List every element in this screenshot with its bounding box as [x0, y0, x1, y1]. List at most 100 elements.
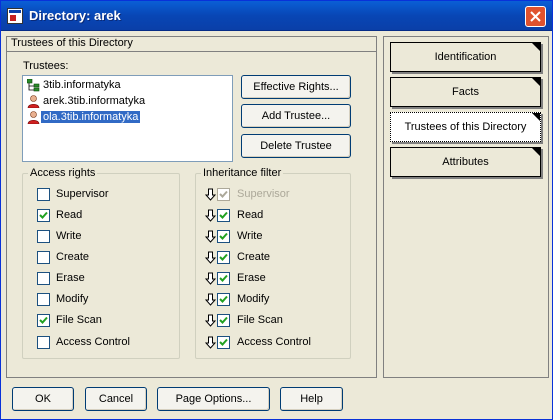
checkbox: [217, 188, 230, 201]
checkbox[interactable]: [37, 272, 50, 285]
checkmark-icon: [219, 274, 228, 282]
inheritance-filter-group: Inheritance filter Supervisor Read Write…: [195, 167, 351, 359]
checkmark-icon: [219, 253, 228, 261]
checkbox-label: Write: [237, 230, 263, 242]
tab-corner: [532, 78, 540, 86]
checkbox[interactable]: [217, 272, 230, 285]
tab-identification[interactable]: Identification: [390, 42, 541, 72]
checkbox-label: File Scan: [56, 314, 102, 326]
tab-label: Facts: [452, 86, 479, 98]
trustees-list[interactable]: 3tib.informatyka arek.3tib.informatyka o…: [22, 75, 233, 162]
help-label: Help: [300, 393, 323, 405]
trustee-name: ola.3tib.informatyka: [41, 111, 141, 123]
effective-rights-button[interactable]: Effective Rights...: [241, 75, 351, 99]
checkbox[interactable]: [37, 188, 50, 201]
checkmark-icon: [39, 316, 48, 324]
add-trustee-button[interactable]: Add Trustee...: [241, 104, 351, 128]
page-options-button[interactable]: Page Options...: [157, 387, 270, 411]
trustee-name: arek.3tib.informatyka: [43, 95, 146, 107]
checkbox[interactable]: [217, 314, 230, 327]
delete-trustee-button[interactable]: Delete Trustee: [241, 134, 351, 158]
checkmark-icon: [219, 316, 228, 324]
checkmark-icon: [39, 211, 48, 219]
checkbox[interactable]: [217, 336, 230, 349]
tab-label: Trustees of this Directory: [404, 121, 527, 133]
page-options-label: Page Options...: [175, 393, 252, 405]
checkbox[interactable]: [217, 230, 230, 243]
tab-label: Attributes: [442, 156, 489, 168]
tab-corner: [532, 148, 540, 156]
checkbox-label: Create: [237, 251, 271, 263]
tab-attributes[interactable]: Attributes: [390, 147, 541, 177]
checkbox-label: Access Control: [56, 336, 130, 348]
down-arrow-icon: [205, 188, 216, 201]
down-arrow-icon: [205, 251, 216, 264]
user-icon: [27, 111, 40, 124]
checkbox[interactable]: [37, 314, 50, 327]
checkbox[interactable]: [217, 293, 230, 306]
checkbox-label: Modify: [56, 293, 89, 305]
tab-trustees[interactable]: Trustees of this Directory: [390, 112, 541, 142]
checkmark-icon: [219, 211, 228, 219]
tab-corner: [532, 113, 540, 121]
checkbox-label: Modify: [237, 293, 270, 305]
down-arrow-icon: [205, 272, 216, 285]
panel-title: Trustees of this Directory: [11, 37, 133, 49]
cancel-label: Cancel: [98, 393, 134, 405]
ok-label: OK: [35, 393, 51, 405]
checkbox[interactable]: [37, 251, 50, 264]
cancel-button[interactable]: Cancel: [85, 387, 147, 411]
close-icon: [530, 11, 541, 22]
down-arrow-icon: [205, 209, 216, 222]
title-bar[interactable]: Directory: arek: [1, 1, 552, 31]
checkbox[interactable]: [37, 293, 50, 306]
checkbox[interactable]: [217, 251, 230, 264]
panel-divider: [7, 51, 376, 52]
add-trustee-label: Add Trustee...: [261, 110, 331, 122]
trustee-item-arek[interactable]: arek.3tib.informatyka: [25, 94, 231, 110]
checkbox-label: Erase: [56, 272, 85, 284]
checkbox-label: Access Control: [237, 336, 311, 348]
trustees-label-text: Trustees:: [23, 60, 69, 72]
effective-rights-label: Effective Rights...: [253, 81, 339, 93]
checkbox-label: Read: [237, 209, 264, 221]
tab-strip: Identification Facts Trustees of this Di…: [383, 36, 549, 378]
trustee-item-3tib[interactable]: 3tib.informatyka: [25, 78, 231, 94]
down-arrow-icon: [205, 314, 216, 327]
user-icon: [27, 95, 40, 108]
delete-trustee-label: Delete Trustee: [260, 140, 332, 152]
checkbox[interactable]: [37, 336, 50, 349]
checkbox-label: Read: [56, 209, 83, 221]
tab-corner: [532, 43, 540, 51]
checkbox-label: Create: [56, 251, 90, 263]
down-arrow-icon: [205, 230, 216, 243]
trustee-name: 3tib.informatyka: [43, 79, 121, 91]
trustee-item-ola[interactable]: ola.3tib.informatyka: [25, 110, 231, 126]
checkbox[interactable]: [37, 209, 50, 222]
close-button[interactable]: [525, 6, 546, 27]
checkbox-label: Write: [56, 230, 82, 242]
trustees-panel: Trustees of this Directory Trustees: 3ti…: [6, 36, 377, 378]
access-rights-group: Access rights Supervisor Read Write Crea…: [22, 167, 180, 359]
checkbox-label: Erase: [237, 272, 266, 284]
checkmark-icon: [219, 232, 228, 240]
checkbox[interactable]: [217, 209, 230, 222]
ok-button[interactable]: OK: [12, 387, 74, 411]
access-rights-title: Access rights: [28, 167, 98, 179]
app-icon: [7, 8, 23, 24]
org-tree-icon: [27, 79, 40, 92]
checkbox-label: File Scan: [237, 314, 283, 326]
checkbox[interactable]: [37, 230, 50, 243]
tab-label: Identification: [434, 51, 497, 63]
checkmark-icon: [219, 338, 228, 346]
checkmark-icon: [219, 190, 228, 198]
down-arrow-icon: [205, 293, 216, 306]
checkbox-label: Supervisor: [56, 188, 109, 200]
tab-facts[interactable]: Facts: [390, 77, 541, 107]
dialog-window: Directory: arek Trustees of this Directo…: [0, 0, 553, 420]
checkbox-label: Supervisor: [237, 188, 290, 200]
help-button[interactable]: Help: [280, 387, 343, 411]
trustees-label: Trustees:: [23, 60, 68, 72]
window-title: Directory: arek: [29, 8, 121, 23]
inheritance-filter-title: Inheritance filter: [201, 167, 284, 179]
